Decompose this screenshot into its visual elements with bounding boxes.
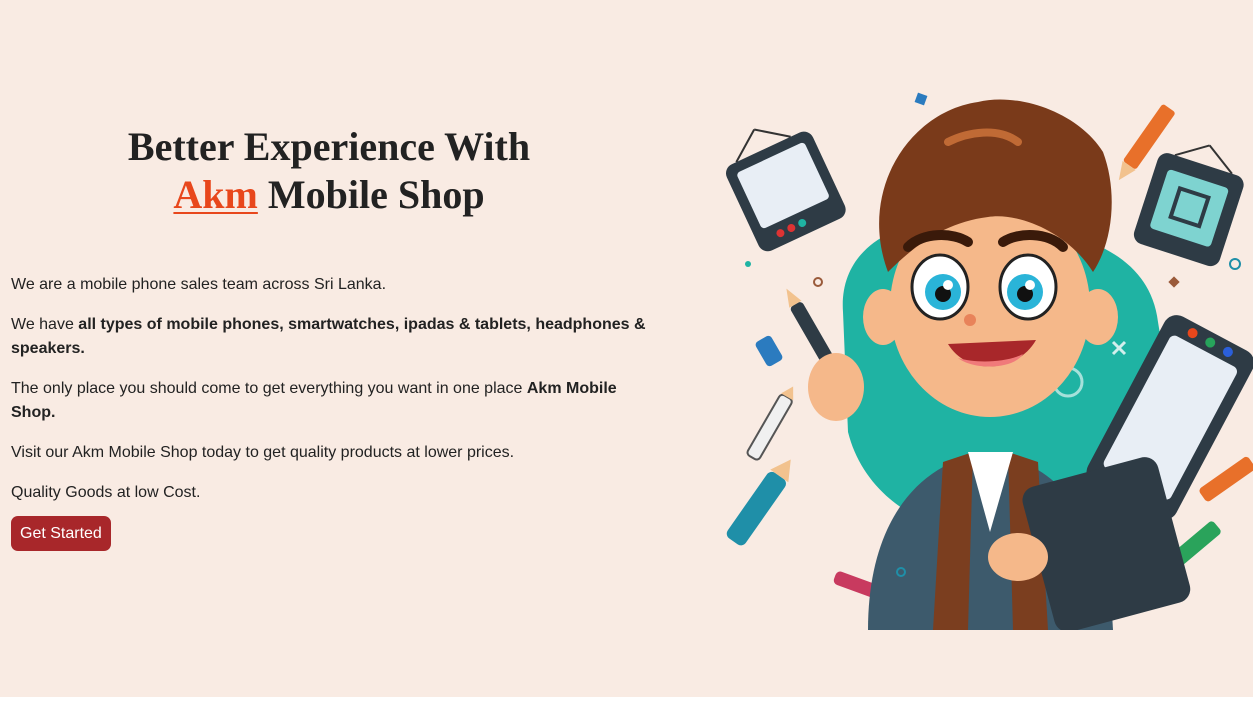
hero-description: We are a mobile phone sales team across …	[11, 273, 651, 521]
hero-headline: Better Experience With Akm Mobile Shop	[11, 123, 647, 219]
headline-line1: Better Experience With	[127, 124, 531, 169]
paragraph-products-prefix: We have	[11, 316, 79, 333]
paragraph-one-place: The only place you should come to get ev…	[11, 377, 651, 425]
paragraph-one-place-prefix: The only place you should come to get ev…	[11, 380, 527, 397]
paragraph-intro: We are a mobile phone sales team across …	[11, 276, 387, 293]
cartoon-boy-with-tablet-and-pencils-icon	[725, 92, 1253, 630]
brand-name: Akm	[173, 172, 258, 217]
hero-section: Better Experience With Akm Mobile Shop W…	[0, 0, 1253, 697]
paragraph-products-bold: all types of mobile phones, smartwatches…	[11, 316, 646, 357]
paragraph-visit: Visit our Akm Mobile Shop today to get q…	[11, 444, 515, 461]
headline-rest: Mobile Shop	[257, 172, 485, 217]
get-started-button[interactable]: Get Started	[11, 516, 111, 551]
paragraph-quality: Quality Goods at low Cost.	[11, 484, 201, 501]
paragraph-products: We have all types of mobile phones, smar…	[11, 313, 651, 361]
